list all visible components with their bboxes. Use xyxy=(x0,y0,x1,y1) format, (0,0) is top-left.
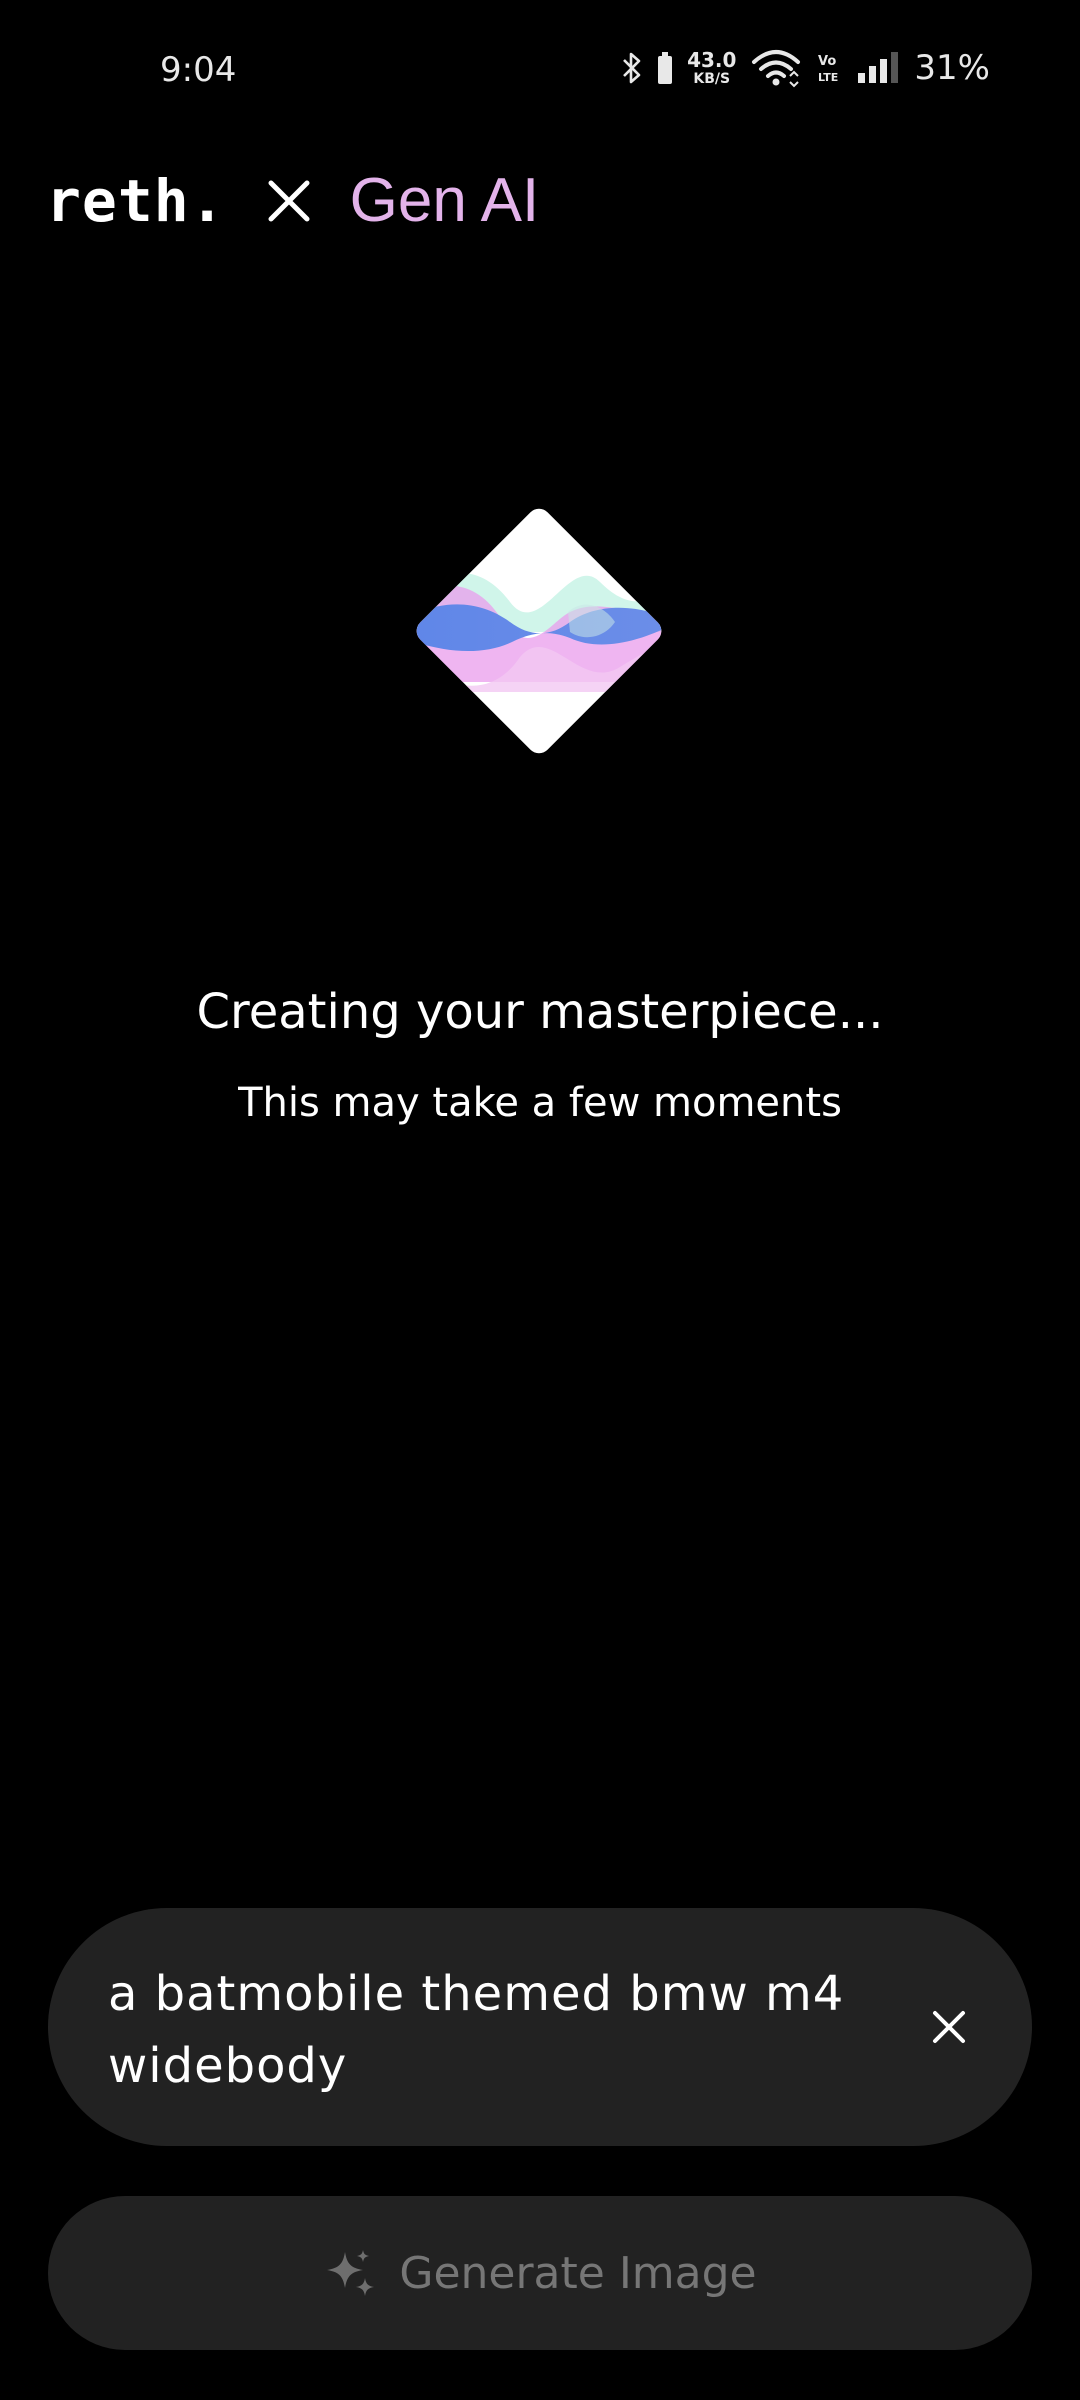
svg-text:Vo: Vo xyxy=(818,54,836,69)
prompt-field[interactable]: a batmobile themed bmw m4 widebody xyxy=(48,1908,1032,2146)
app-header: reth. Gen AI xyxy=(46,166,539,236)
clear-prompt-button[interactable] xyxy=(914,1992,984,2062)
product-name: Gen AI xyxy=(349,166,540,235)
generate-image-button[interactable]: Generate Image xyxy=(48,2196,1032,2350)
wifi-icon xyxy=(752,50,801,88)
svg-text:LTE: LTE xyxy=(818,71,838,84)
signal-icon xyxy=(858,52,899,83)
status-title: Creating your masterpiece... xyxy=(196,984,884,1040)
generate-label: Generate Image xyxy=(399,2247,757,2299)
prompt-text[interactable]: a batmobile themed bmw m4 widebody xyxy=(108,1958,868,2102)
net-speed-unit: KB/S xyxy=(693,71,731,87)
net-speed: 43.0 KB/S xyxy=(687,50,736,86)
close-x-icon xyxy=(268,180,310,222)
battery-icon xyxy=(658,52,673,84)
ai-wave-diamond-icon xyxy=(400,492,678,770)
volte-icon: Vo LTE xyxy=(818,54,838,84)
sparkle-icon xyxy=(327,2250,375,2296)
net-speed-value: 43.0 xyxy=(687,48,737,72)
close-icon xyxy=(933,2011,965,2043)
status-subtitle: This may take a few moments xyxy=(238,1080,842,1126)
bluetooth-icon xyxy=(623,52,641,84)
status-indicators: 43.0 KB/S Vo LTE 31% xyxy=(621,48,990,88)
status-bar: 9:04 43.0 KB/S Vo LTE 31% xyxy=(0,0,1080,140)
battery-percent: 31% xyxy=(914,48,990,88)
brand-logo: reth. xyxy=(46,167,226,235)
status-time: 9:04 xyxy=(160,50,237,90)
